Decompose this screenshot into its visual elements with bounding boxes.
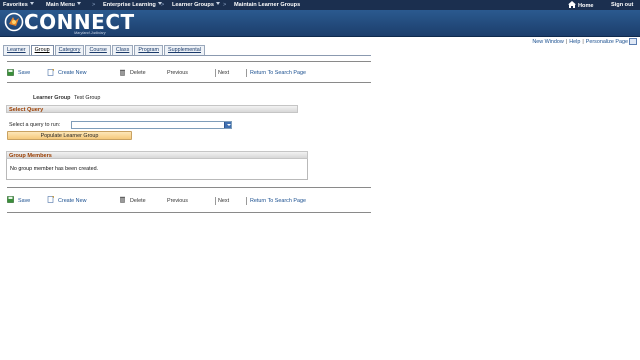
separator: | (565, 39, 568, 45)
separator (215, 197, 216, 205)
home-label: Home (578, 3, 594, 9)
divider (7, 212, 371, 213)
save-button[interactable]: Save (18, 70, 30, 77)
next-button[interactable]: Next (218, 70, 229, 77)
page-settings-icon[interactable] (629, 38, 637, 45)
main-menu[interactable]: Main Menu (46, 1, 81, 9)
tab-category[interactable]: Category (54, 45, 85, 55)
select-query-heading: Select Query (6, 105, 298, 113)
chevron-down-icon (76, 2, 81, 5)
tab-bar: Learner Group Category Course Class Prog… (3, 45, 206, 55)
tab-learner[interactable]: Learner (3, 45, 30, 55)
sign-out-link[interactable]: Sign out (611, 1, 633, 9)
dropdown-arrow-icon[interactable] (224, 122, 231, 128)
personalize-page-link[interactable]: Personalize Page (586, 39, 628, 45)
divider (7, 187, 371, 188)
return-to-search-link[interactable]: Return To Search Page (250, 70, 306, 77)
save-icon[interactable] (7, 69, 14, 76)
chevron-down-icon (29, 2, 34, 5)
learner-group-value: Test Group (74, 95, 101, 101)
tab-divider (3, 55, 371, 56)
create-new-icon[interactable] (47, 69, 54, 76)
create-new-icon[interactable] (47, 196, 54, 203)
tab-class[interactable]: Class (111, 45, 134, 55)
separator: | (582, 39, 584, 45)
save-icon[interactable] (7, 196, 14, 203)
tab-program[interactable]: Program (134, 45, 163, 55)
previous-button-bottom[interactable]: Previous (167, 198, 188, 205)
breadcrumb-maintain-learner-groups[interactable]: Maintain Learner Groups (234, 1, 300, 9)
trash-icon[interactable] (119, 196, 126, 203)
learner-group-label: Learner Group (33, 95, 71, 101)
select-query-label: Select a query to run: (9, 122, 61, 128)
breadcrumb-separator: > (161, 2, 165, 8)
top-nav-bar: Favorites Main Menu > Enterprise Learnin… (0, 0, 640, 10)
trash-icon[interactable] (119, 69, 126, 76)
next-button-bottom[interactable]: Next (218, 198, 229, 205)
delete-button[interactable]: Delete (130, 70, 146, 77)
previous-button[interactable]: Previous (167, 70, 188, 77)
breadcrumb-enterprise-learning[interactable]: Enterprise Learning (103, 1, 162, 9)
tab-course[interactable]: Course (85, 45, 111, 55)
empty-message: No group member has been created. (10, 166, 99, 172)
chevron-down-icon (215, 2, 220, 5)
new-window-link[interactable]: New Window (532, 39, 563, 45)
separator (246, 69, 247, 77)
home-link[interactable]: Home (568, 1, 594, 9)
favorites-label: Favorites (3, 2, 28, 8)
group-members-heading: Group Members (6, 151, 308, 159)
tab-group[interactable]: Group (30, 45, 54, 55)
breadcrumb-separator: > (223, 2, 227, 8)
divider (7, 61, 371, 62)
connect-logo-icon (4, 12, 24, 32)
main-menu-label: Main Menu (46, 2, 75, 8)
breadcrumb-label: Maintain Learner Groups (234, 2, 301, 8)
group-members-grid: Group Members No group member has been c… (6, 151, 308, 180)
help-link[interactable]: Help (569, 39, 580, 45)
tab-supplemental[interactable]: Supplemental (164, 45, 205, 55)
brand-subtitle: Maryland Judiciary (74, 31, 106, 35)
breadcrumb-label: Enterprise Learning (103, 2, 156, 8)
page-links: New Window | Help | Personalize Page (532, 39, 628, 45)
create-new-button-bottom[interactable]: Create New (58, 198, 86, 205)
separator (215, 69, 216, 77)
breadcrumb-learner-groups[interactable]: Learner Groups (172, 1, 220, 9)
query-select[interactable] (71, 121, 232, 129)
return-to-search-link-bottom[interactable]: Return To Search Page (250, 198, 306, 205)
separator (246, 197, 247, 205)
home-icon (568, 1, 576, 8)
save-button-bottom[interactable]: Save (18, 198, 30, 205)
favorites-menu[interactable]: Favorites (3, 1, 34, 9)
delete-button-bottom[interactable]: Delete (130, 198, 146, 205)
create-new-button[interactable]: Create New (58, 70, 86, 77)
populate-learner-group-button[interactable]: Populate Learner Group (7, 131, 132, 140)
breadcrumb-label: Learner Groups (172, 2, 214, 8)
breadcrumb-separator: > (92, 2, 96, 8)
brand-name: CONNECT (24, 10, 135, 34)
divider (7, 82, 371, 83)
